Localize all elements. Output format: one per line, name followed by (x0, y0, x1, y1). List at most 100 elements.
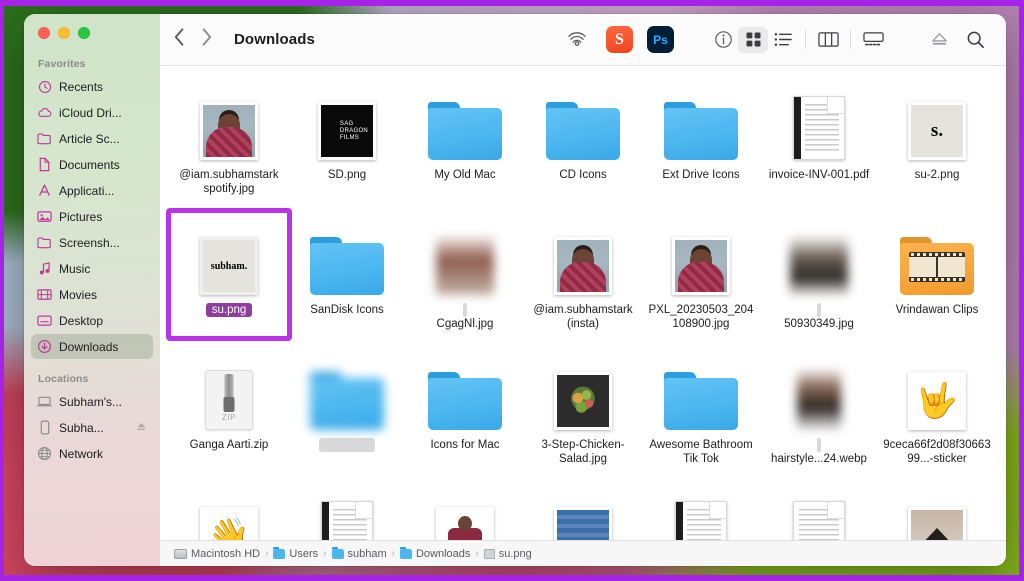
breadcrumb-item-downloads[interactable]: Downloads (400, 548, 470, 560)
image-thumbnail (672, 237, 730, 295)
search-icon[interactable] (960, 27, 990, 53)
file-item[interactable]: SAGDRAGONFILMS SD.png (288, 76, 406, 211)
folder-icon-orange (900, 237, 974, 295)
icon-view-icon[interactable] (738, 27, 768, 53)
sidebar-item-downloads[interactable]: Downloads (31, 334, 153, 359)
file-label: @iam.subhamstark (insta) (528, 303, 638, 331)
navigation-arrows[interactable] (174, 28, 212, 51)
forward-button[interactable] (201, 28, 212, 51)
file-item[interactable]: s. su-2.png (878, 76, 996, 211)
file-item[interactable]: PXL_20230503_204108900.jpg (642, 211, 760, 346)
document-icon (37, 157, 52, 172)
breadcrumb-item-macintosh-hd[interactable]: Macintosh HD (174, 548, 260, 560)
file-thumbnail: SAGDRAGONFILMS (318, 84, 376, 160)
breadcrumb-separator: › (475, 548, 478, 559)
image-thumbnail: 🤟 (908, 372, 966, 430)
sidebar-item-label: Pictures (59, 210, 102, 224)
back-button[interactable] (174, 28, 185, 51)
sidebar-item-article-screenshots[interactable]: Article Sc... (31, 126, 153, 151)
file-item[interactable]: @iam.subhamstark spotify.jpg (170, 76, 288, 211)
sidebar-item-applications[interactable]: Applicati... (31, 178, 153, 203)
breadcrumb-item-subham[interactable]: subham (332, 548, 387, 560)
file-thumbnail (900, 219, 974, 295)
file-item[interactable]: Vrindawan Clips (878, 211, 996, 346)
sidebar-item-screenshots[interactable]: Screensh... (31, 230, 153, 255)
setapp-app-icon[interactable]: S (606, 26, 633, 53)
window-traffic-lights[interactable] (38, 27, 90, 39)
close-button[interactable] (38, 27, 50, 39)
info-icon[interactable] (708, 27, 738, 53)
folder-icon (310, 237, 384, 295)
column-view-icon[interactable] (813, 27, 843, 53)
minimize-button[interactable] (58, 27, 70, 39)
file-grid[interactable]: @iam.subhamstark spotify.jpg SAGDRAGONFI… (160, 66, 1006, 540)
image-thumbnail: SAGDRAGONFILMS (318, 102, 376, 160)
file-item[interactable]: Awesome Bathroom Tik Tok (642, 346, 760, 481)
list-view-icon[interactable] (768, 27, 798, 53)
file-item[interactable]: 3-Step-Chicken-Salad.jpg (524, 346, 642, 481)
sidebar-item-pictures[interactable]: Pictures (31, 204, 153, 229)
document-thumbnail (675, 501, 727, 540)
file-item[interactable] (406, 481, 524, 540)
file-item[interactable] (878, 481, 996, 540)
file-label: Ext Drive Icons (662, 168, 739, 182)
file-item[interactable]: hairstyle...24.webp (760, 346, 878, 481)
sidebar-item-subhams-mac[interactable]: Subham's... (31, 389, 153, 414)
sidebar-item-label: Downloads (59, 340, 118, 354)
file-thumbnail: subham. (200, 219, 258, 295)
file-item[interactable]: CD Icons (524, 76, 642, 211)
file-item[interactable]: 🤟 9ceca66f2d08f3066399...-sticker (878, 346, 996, 481)
finder-window[interactable]: Favorites Recents iCloud Dri... Article … (24, 14, 1006, 566)
file-thumbnail: 🤟 (908, 354, 966, 430)
sidebar-item-network[interactable]: Network (31, 441, 153, 466)
airdrop-icon[interactable] (562, 27, 592, 53)
eject-icon[interactable] (136, 421, 147, 435)
sidebar-item-icloud-drive[interactable]: iCloud Dri... (31, 100, 153, 125)
file-label: Icons for Mac (430, 438, 499, 452)
zoom-button[interactable] (78, 27, 90, 39)
sidebar-item-desktop[interactable]: Desktop (31, 308, 153, 333)
desktop-wallpaper: Favorites Recents iCloud Dri... Article … (0, 0, 1024, 581)
gallery-view-icon[interactable] (858, 27, 888, 53)
file-item[interactable] (760, 481, 878, 540)
file-thumbnail (428, 84, 502, 160)
file-item[interactable]: ZIP Ganga Aarti.zip (170, 346, 288, 481)
sidebar-item-recents[interactable]: Recents (31, 74, 153, 99)
file-thumbnail (908, 489, 966, 540)
breadcrumb-item-su-png[interactable]: su.png (484, 548, 532, 560)
sidebar-item-documents[interactable]: Documents (31, 152, 153, 177)
file-item[interactable]: CgagNl.jpg (406, 211, 524, 346)
finder-toolbar[interactable]: Downloads S Ps (160, 14, 1006, 66)
file-item[interactable]: My Old Mac (406, 76, 524, 211)
file-item[interactable]: SanDisk Icons (288, 211, 406, 346)
file-grid-container[interactable]: @iam.subhamstark spotify.jpg SAGDRAGONFI… (160, 66, 1006, 540)
file-item[interactable]: Icons for Mac (406, 346, 524, 481)
breadcrumb-label: Macintosh HD (191, 548, 260, 560)
sidebar-section-favorites: Favorites (24, 52, 160, 73)
file-item[interactable] (288, 346, 406, 481)
eject-icon[interactable] (924, 27, 954, 53)
breadcrumb-item-users[interactable]: Users (273, 548, 318, 560)
zip-file-icon: ZIP (205, 370, 253, 430)
sidebar-item-movies[interactable]: Movies (31, 282, 153, 307)
image-thumbnail: s. (908, 102, 966, 160)
photoshop-app-icon[interactable]: Ps (647, 26, 674, 53)
sidebar-item-music[interactable]: Music (31, 256, 153, 281)
sidebar-item-label: Article Sc... (59, 132, 120, 146)
breadcrumb-separator: › (323, 548, 326, 559)
file-item[interactable] (288, 481, 406, 540)
file-item[interactable]: @iam.subhamstark (insta) (524, 211, 642, 346)
file-item[interactable]: 50930349.jpg (760, 211, 878, 346)
file-item[interactable] (524, 481, 642, 540)
file-item[interactable]: 👋 (170, 481, 288, 540)
file-item[interactable] (642, 481, 760, 540)
file-item[interactable]: Ext Drive Icons (642, 76, 760, 211)
sidebar-item-subha-device[interactable]: Subha... (31, 415, 153, 440)
file-item-selected[interactable]: subham. su.png (170, 211, 288, 346)
finder-sidebar[interactable]: Favorites Recents iCloud Dri... Article … (24, 14, 160, 566)
file-thumbnail (664, 84, 738, 160)
image-thumbnail (554, 237, 612, 295)
finder-path-bar[interactable]: Macintosh HD › Users › subham › Download… (160, 540, 1006, 566)
file-thumbnail (200, 84, 258, 160)
file-item[interactable]: invoice-INV-001.pdf (760, 76, 878, 211)
